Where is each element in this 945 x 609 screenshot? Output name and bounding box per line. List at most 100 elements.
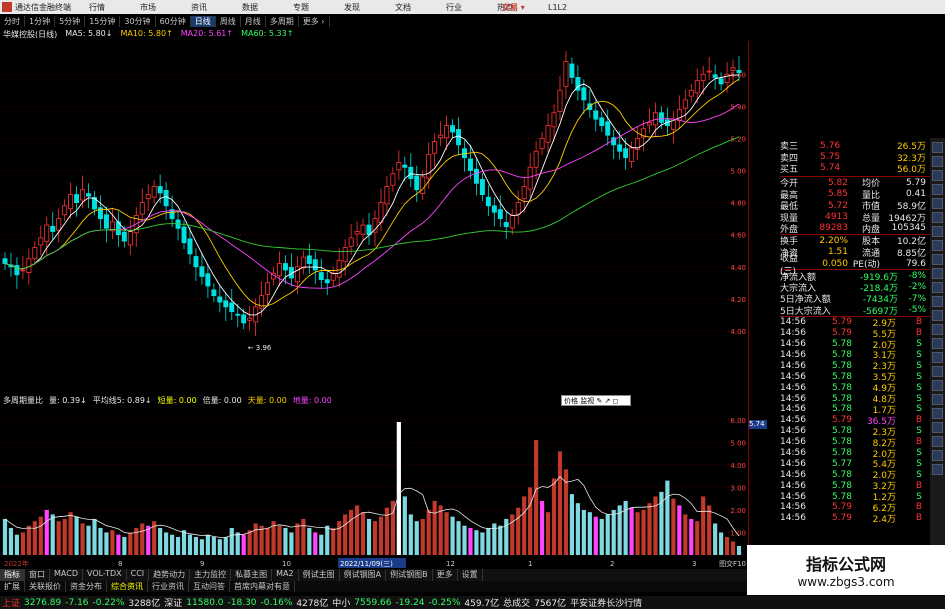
indicator-tab[interactable]: 例试主图 <box>299 569 340 581</box>
info-tab[interactable]: 关联报价 <box>25 581 66 592</box>
info-tab[interactable]: 资金分布 <box>66 581 107 592</box>
tab-60min[interactable]: 60分钟 <box>156 15 191 27</box>
toolbar-button[interactable] <box>932 366 943 377</box>
indicator-tab[interactable]: VOL-TDX <box>83 569 127 581</box>
toolbar-button[interactable] <box>932 310 943 321</box>
menu-data[interactable]: 数据 <box>242 2 279 13</box>
tab-5min[interactable]: 5分钟 <box>55 15 86 27</box>
toolbar-button[interactable] <box>932 324 943 335</box>
candle-body <box>187 238 193 255</box>
candle-body <box>44 224 50 243</box>
volume-bar <box>587 512 592 555</box>
volume-ratio-chart[interactable]: 6.00 5.00 4.00 3.00 2.00 1.00 <box>0 407 748 557</box>
volume-bar <box>408 514 413 555</box>
info-tab[interactable]: 首席内幕对有意 <box>230 581 295 592</box>
menu-news[interactable]: 资讯 <box>191 2 228 13</box>
toolbar-button[interactable] <box>932 408 943 419</box>
menu-markets[interactable]: 市场 <box>140 2 177 13</box>
volume-bar <box>432 500 437 555</box>
volume-tick-label: 3.00 <box>730 484 746 492</box>
toolbar-button[interactable] <box>932 170 943 181</box>
toolbar-button[interactable] <box>932 212 943 223</box>
volume-bar <box>349 509 354 555</box>
toolbar-button[interactable] <box>932 268 943 279</box>
toolbar-button[interactable] <box>932 282 943 293</box>
volume-bar <box>701 496 706 555</box>
toolbar-button[interactable] <box>932 254 943 265</box>
toolbar-button[interactable] <box>932 422 943 433</box>
tab-1min[interactable]: 1分钟 <box>25 15 56 27</box>
period-tabs: 分时 1分钟 5分钟 15分钟 30分钟 60分钟 日线 周线 月线 多周期 更… <box>0 14 540 28</box>
menu-docs[interactable]: 文档 <box>395 2 432 13</box>
tab-monthly[interactable]: 月线 <box>241 15 266 27</box>
tab-daily[interactable]: 日线 <box>190 15 216 27</box>
candle-body <box>121 231 127 242</box>
menu-industry[interactable]: 行业 <box>446 2 483 13</box>
tab-15min[interactable]: 15分钟 <box>85 15 121 27</box>
volume-bar <box>289 532 294 555</box>
stat-row-cell: 5.72 <box>827 200 848 211</box>
short-vol-label: 短量: 0.00 <box>157 396 197 405</box>
toolbar-button[interactable] <box>932 450 943 461</box>
tab-more[interactable]: 更多 › <box>299 15 330 27</box>
toolbar-button[interactable] <box>932 394 943 405</box>
tick-list[interactable]: 14:56 5.79 2.9万 B 14:56 5.79 5.5万 B 14:56 5.78 2.0… <box>780 315 930 525</box>
volume-bar <box>116 534 121 555</box>
info-tab[interactable]: 扩展 <box>0 581 25 592</box>
price-tick-label: 4.00 <box>730 328 746 336</box>
toolbar-button[interactable] <box>932 380 943 391</box>
tick-row-cell: 5.78 <box>831 480 852 491</box>
toolbar-button[interactable] <box>932 184 943 195</box>
volume-bar <box>498 525 503 555</box>
price-monitor-popup[interactable]: 价格 监视 ✎ ↗ ◻ <box>561 395 631 406</box>
candle-body <box>145 194 151 200</box>
tab-30min[interactable]: 30分钟 <box>120 15 156 27</box>
toolbar-button[interactable] <box>932 156 943 167</box>
menu-l1l2[interactable]: L1L2 <box>548 3 585 12</box>
indicator-tab[interactable]: 指标 <box>0 569 25 581</box>
zx-index-label[interactable]: 中小 <box>332 596 350 609</box>
tab-weekly[interactable]: 周线 <box>216 15 241 27</box>
indicator-tab[interactable]: CCI <box>127 569 150 581</box>
toolbar-button[interactable] <box>932 142 943 153</box>
info-tab[interactable]: 行业资讯 <box>148 581 189 592</box>
toolbar-button[interactable] <box>932 296 943 307</box>
indicator-tab[interactable]: 窗口 <box>25 569 50 581</box>
trade-menu[interactable]: 交易 ▾ <box>502 2 525 13</box>
toolbar-button[interactable] <box>932 226 943 237</box>
sh-index-label[interactable]: 上证 <box>2 596 20 609</box>
info-tab[interactable]: 综合资讯 <box>107 581 148 592</box>
indicator-tab[interactable]: MA2 <box>272 569 299 581</box>
info-tab[interactable]: 互动问答 <box>189 581 230 592</box>
tab-multi-period[interactable]: 多周期 <box>266 15 299 27</box>
toolbar-button[interactable] <box>932 240 943 251</box>
toolbar-button[interactable] <box>932 352 943 363</box>
indicator-tab[interactable]: 更多 <box>433 569 458 581</box>
stat-row-cell: 89283 <box>819 223 848 234</box>
indicator-tab[interactable]: MACD <box>50 569 83 581</box>
candle-body <box>306 255 312 264</box>
sz-index-label[interactable]: 深证 <box>164 596 182 609</box>
indicator-tab[interactable]: 例试钢图B <box>386 569 433 581</box>
volume-bar <box>724 536 730 555</box>
candlestick-chart[interactable]: 5.605.405.205.004.804.604.404.204.00← 3.… <box>0 41 748 365</box>
indicator-tab[interactable]: 私募主图 <box>231 569 273 581</box>
volume-bar <box>68 512 73 555</box>
volume-bar <box>528 487 533 555</box>
tick-row-cell: 14:56 <box>780 447 806 458</box>
indicator-tab[interactable]: 设置 <box>458 569 483 581</box>
toolbar-button[interactable] <box>932 436 943 447</box>
volume-bar <box>396 422 401 555</box>
toolbar-button[interactable] <box>932 198 943 209</box>
tab-intraday[interactable]: 分时 <box>0 15 25 27</box>
candle-body <box>103 214 109 229</box>
menu-discover[interactable]: 发现 <box>344 2 381 13</box>
menu-market[interactable]: 行情 <box>89 2 126 13</box>
toolbar-button[interactable] <box>932 338 943 349</box>
menu-topics[interactable]: 专题 <box>293 2 330 13</box>
volume-bar <box>551 478 557 555</box>
indicator-tab[interactable]: 趋势动力 <box>149 569 191 581</box>
toolbar-button[interactable] <box>932 464 943 475</box>
indicator-tab[interactable]: 主力监控 <box>190 569 232 581</box>
indicator-tab[interactable]: 例试钢图A <box>340 569 387 581</box>
